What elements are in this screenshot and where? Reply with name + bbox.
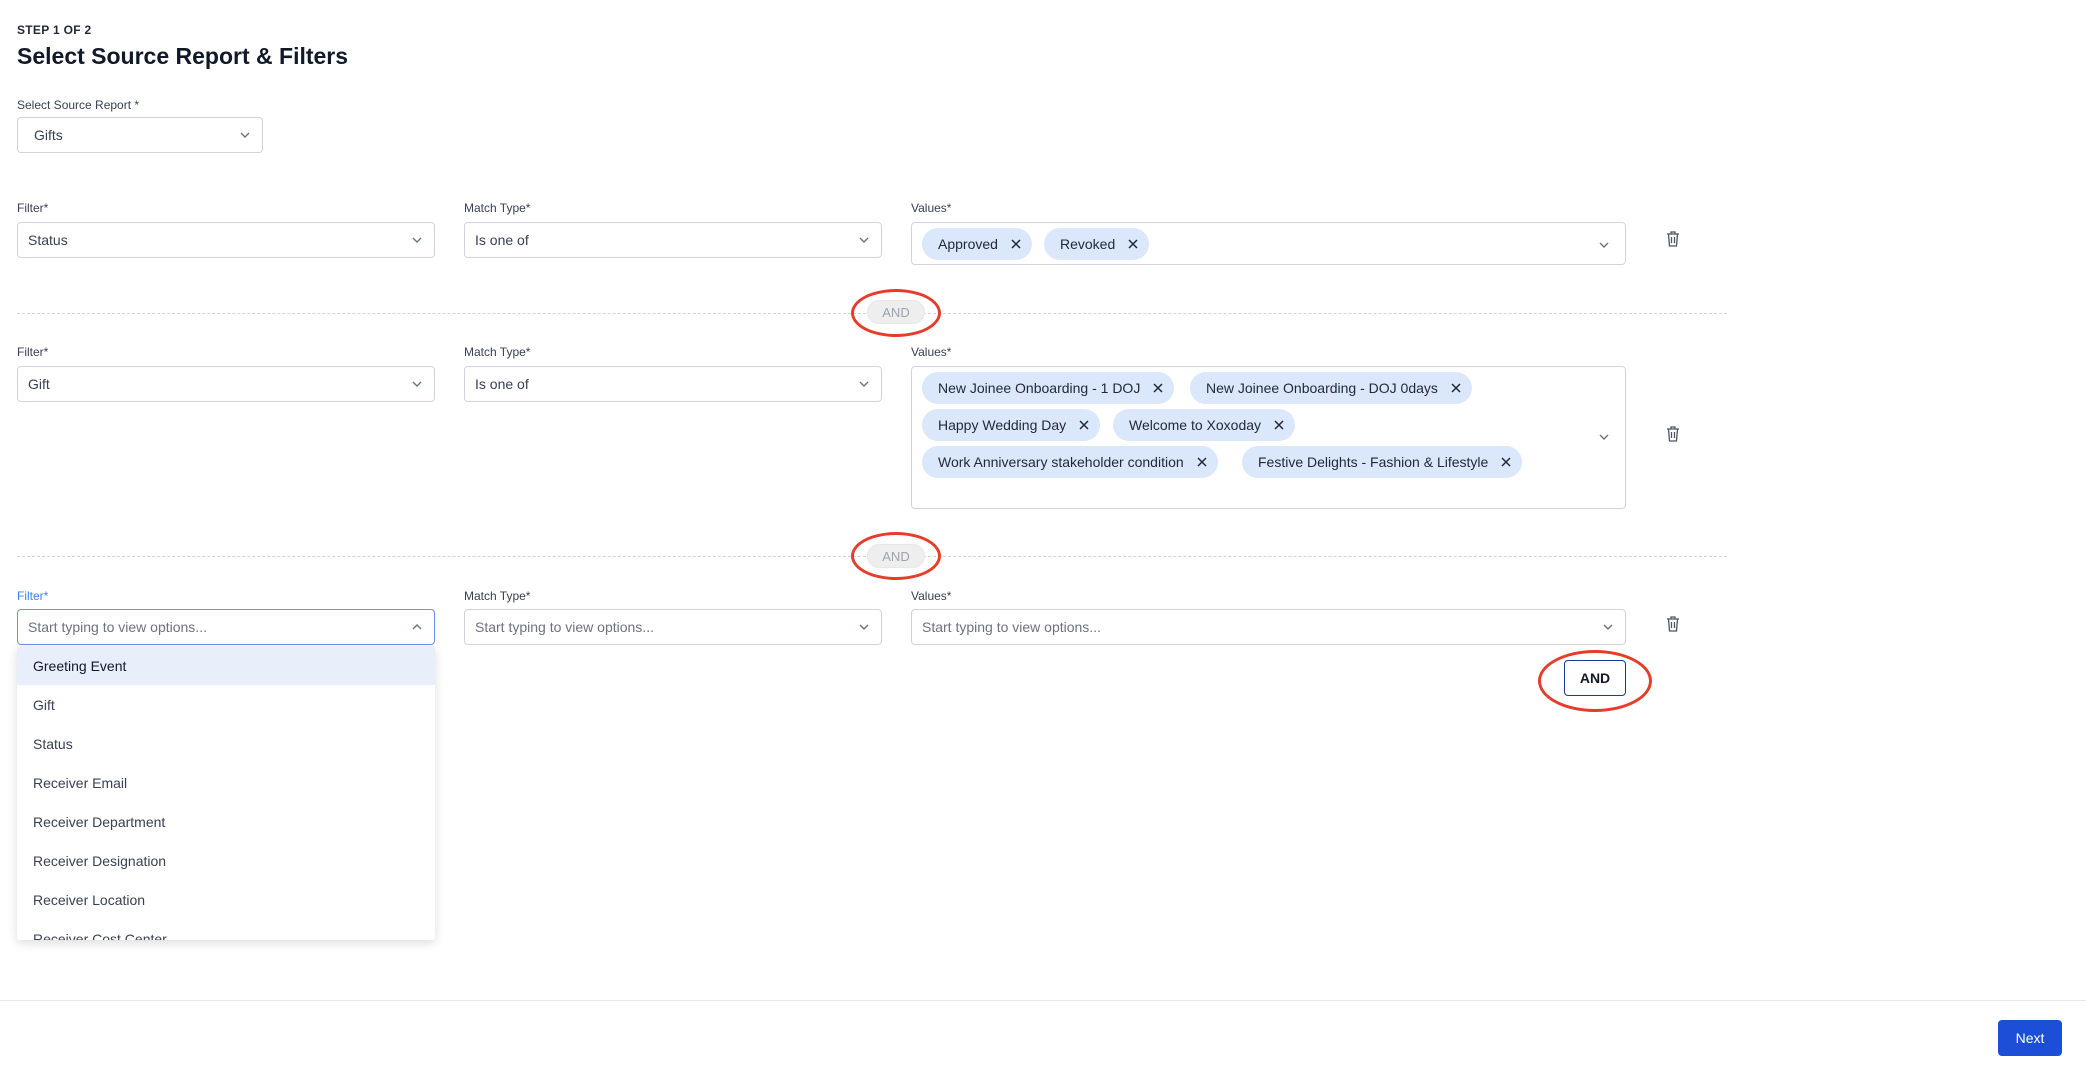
chip-label: Revoked xyxy=(1060,236,1116,252)
filter-label: Filter* xyxy=(17,345,49,359)
trash-icon[interactable] xyxy=(1665,425,1681,443)
value-chip: Festive Delights - Fashion & Lifestyle xyxy=(1242,446,1523,478)
filter-select[interactable]: Start typing to view options... xyxy=(17,609,435,645)
dropdown-option[interactable]: Receiver Cost Center xyxy=(17,919,435,941)
filter-placeholder: Start typing to view options... xyxy=(28,619,207,635)
page-title: Select Source Report & Filters xyxy=(17,43,349,69)
page: STEP 1 OF 2 Select Source Report & Filte… xyxy=(0,0,2086,1074)
source-report-select[interactable]: Gifts xyxy=(17,117,263,153)
close-icon[interactable] xyxy=(1152,382,1164,394)
step-indicator: STEP 1 OF 2 xyxy=(17,23,92,37)
next-button[interactable]: Next xyxy=(1998,1020,2062,1056)
value-chip: New Joinee Onboarding - DOJ 0days xyxy=(1190,372,1472,404)
chip-label: Festive Delights - Fashion & Lifestyle xyxy=(1258,454,1489,470)
dropdown-option[interactable]: Status xyxy=(17,724,435,763)
values-label: Values* xyxy=(911,201,952,215)
close-icon[interactable] xyxy=(1127,238,1139,250)
match-type-value: Is one of xyxy=(475,232,529,248)
filter-value: Gift xyxy=(28,376,50,392)
value-chip: Happy Wedding Day xyxy=(922,409,1101,441)
values-select[interactable]: Start typing to view options... xyxy=(911,609,1626,645)
filter-label: Filter* xyxy=(17,201,49,215)
chevron-down-icon xyxy=(1597,430,1611,444)
dropdown-option[interactable]: Receiver Designation xyxy=(17,841,435,880)
value-chip: New Joinee Onboarding - 1 DOJ xyxy=(922,372,1175,404)
filter-label: Filter* xyxy=(17,589,49,603)
close-icon[interactable] xyxy=(1078,419,1090,431)
source-report-value: Gifts xyxy=(34,127,63,143)
chevron-down-icon xyxy=(410,233,424,247)
and-connector: AND xyxy=(867,544,925,568)
values-placeholder: Start typing to view options... xyxy=(922,619,1101,635)
match-type-select[interactable]: Is one of xyxy=(464,222,882,258)
chip-label: New Joinee Onboarding - 1 DOJ xyxy=(938,380,1141,396)
close-icon[interactable] xyxy=(1500,456,1512,468)
chip-label: Approved xyxy=(938,236,998,252)
match-type-value: Is one of xyxy=(475,376,529,392)
filter-select[interactable]: Gift xyxy=(17,366,435,402)
chip-label: Work Anniversary stakeholder condition xyxy=(938,454,1184,470)
chevron-down-icon xyxy=(1597,238,1611,252)
filter-value: Status xyxy=(28,232,68,248)
chevron-down-icon xyxy=(857,620,871,634)
match-type-label: Match Type* xyxy=(464,589,531,603)
filter-dropdown-menu: Greeting Event Gift Status Receiver Emai… xyxy=(17,646,435,940)
value-chip: Welcome to Xoxoday xyxy=(1113,409,1296,441)
chevron-up-icon xyxy=(410,620,424,634)
chip-label: New Joinee Onboarding - DOJ 0days xyxy=(1206,380,1438,396)
dropdown-option[interactable]: Receiver Email xyxy=(17,763,435,802)
and-connector: AND xyxy=(867,300,925,324)
values-label: Values* xyxy=(911,345,952,359)
chevron-down-icon xyxy=(857,377,871,391)
match-type-placeholder: Start typing to view options... xyxy=(475,619,654,635)
chevron-down-icon xyxy=(238,128,252,142)
dropdown-option[interactable]: Receiver Department xyxy=(17,802,435,841)
close-icon[interactable] xyxy=(1450,382,1462,394)
source-report-label: Select Source Report * xyxy=(17,98,140,112)
chip-label: Happy Wedding Day xyxy=(938,417,1067,433)
add-and-condition-button[interactable]: AND xyxy=(1564,660,1626,696)
chevron-down-icon xyxy=(410,377,424,391)
chevron-down-icon xyxy=(1601,620,1615,634)
values-label: Values* xyxy=(911,589,952,603)
value-chip: Revoked xyxy=(1044,228,1150,260)
value-chip: Work Anniversary stakeholder condition xyxy=(922,446,1218,478)
chevron-down-icon xyxy=(857,233,871,247)
match-type-select[interactable]: Start typing to view options... xyxy=(464,609,882,645)
dropdown-option[interactable]: Greeting Event xyxy=(17,646,435,685)
close-icon[interactable] xyxy=(1273,419,1285,431)
values-multiselect[interactable]: Approved Revoked xyxy=(911,222,1626,265)
filter-select[interactable]: Status xyxy=(17,222,435,258)
values-multiselect[interactable]: New Joinee Onboarding - 1 DOJ New Joinee… xyxy=(911,366,1626,509)
chip-label: Welcome to Xoxoday xyxy=(1129,417,1262,433)
trash-icon[interactable] xyxy=(1665,230,1681,248)
footer-bar xyxy=(0,1000,2086,1074)
match-type-label: Match Type* xyxy=(464,201,531,215)
trash-icon[interactable] xyxy=(1665,615,1681,633)
close-icon[interactable] xyxy=(1010,238,1022,250)
dropdown-option[interactable]: Receiver Location xyxy=(17,880,435,919)
match-type-label: Match Type* xyxy=(464,345,531,359)
match-type-select[interactable]: Is one of xyxy=(464,366,882,402)
value-chip: Approved xyxy=(922,228,1032,260)
close-icon[interactable] xyxy=(1196,456,1208,468)
dropdown-option[interactable]: Gift xyxy=(17,685,435,724)
